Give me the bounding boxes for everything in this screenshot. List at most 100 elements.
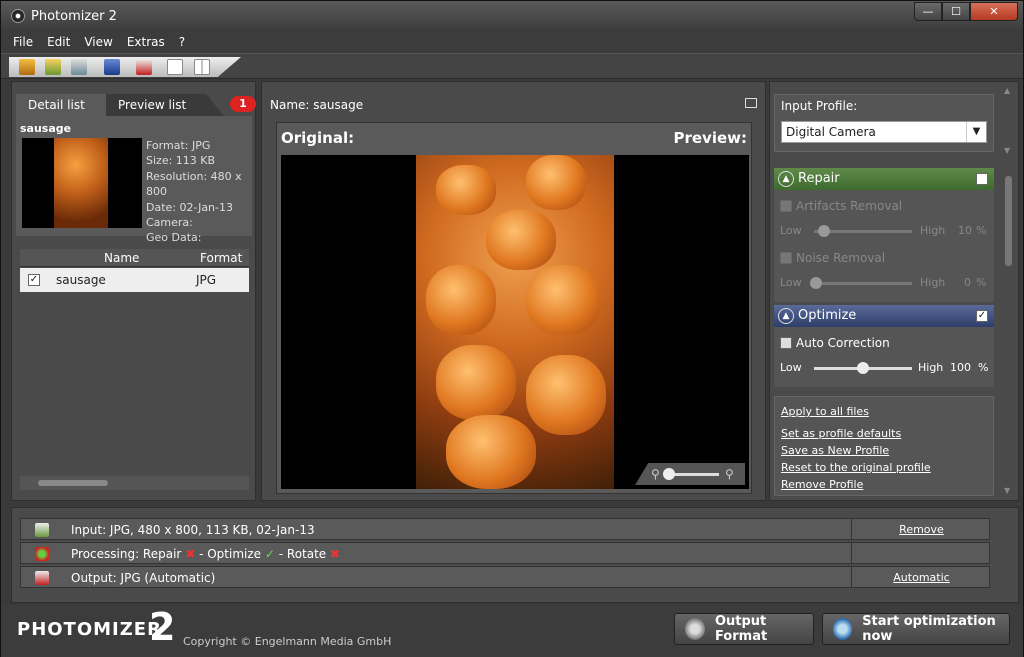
zoom-control: ⚲ ⚲ — [635, 463, 745, 485]
open-file-icon[interactable] — [19, 59, 35, 75]
zoom-in-icon[interactable]: ⚲ — [725, 467, 734, 481]
vertical-scrollbar[interactable]: ▲ ▼ ▼ — [1002, 82, 1016, 500]
row-checkbox[interactable]: ✓ — [28, 274, 40, 286]
horizontal-scrollbar[interactable] — [20, 476, 249, 490]
scan-icon[interactable] — [71, 59, 87, 75]
processing-text: Processing: Repair ✖ - Optimize ✓ - Rota… — [71, 547, 340, 561]
app-window: Photomizer 2 — ☐ ✕ File Edit View Extras… — [0, 0, 1024, 657]
tab-detail-list[interactable]: Detail list — [16, 94, 106, 116]
maximize-button[interactable]: ☐ — [942, 2, 970, 21]
input-profile-box: Input Profile: Digital Camera ▼ — [774, 94, 994, 152]
start-icon — [833, 618, 853, 640]
list-tabs: Detail list Preview list 1 — [16, 94, 256, 116]
chevron-down-icon[interactable]: ▼ — [966, 122, 986, 142]
file-info-box: sausage Format: JPG Size: 113 KB Resolut… — [16, 116, 252, 244]
optimize-slider-knob[interactable] — [857, 362, 869, 374]
remove-profile-link[interactable]: Remove Profile — [781, 478, 863, 491]
collapse-icon[interactable]: ▲ — [778, 171, 794, 187]
open-folder-icon[interactable] — [45, 59, 61, 75]
expand-icon[interactable] — [745, 98, 757, 108]
title-bar: Photomizer 2 — [1, 1, 1023, 31]
reset-profile-link[interactable]: Reset to the original profile — [781, 461, 931, 474]
meta-resolution: Resolution: 480 x 800 — [146, 169, 242, 199]
remove-input-link[interactable]: Remove — [851, 519, 991, 539]
tab-preview-list[interactable]: Preview list — [106, 94, 224, 116]
remove-file-icon[interactable] — [136, 59, 152, 75]
table-row[interactable]: ✓ sausage JPG — [20, 268, 249, 292]
menu-file[interactable]: File — [13, 35, 33, 49]
noise-slider-track[interactable] — [814, 282, 912, 285]
column-format[interactable]: Format — [200, 251, 242, 265]
optimize-section-header[interactable]: ▲ Optimize ✓ — [774, 305, 994, 327]
row-format: JPG — [196, 273, 217, 287]
scroll-down-icon[interactable]: ▼ — [1004, 146, 1010, 155]
output-row: Output: JPG (Automatic) Automatic — [20, 566, 990, 588]
apply-to-all-link[interactable]: Apply to all files — [781, 405, 869, 418]
optimize-section-body: Auto Correction Low High 100 % — [774, 327, 994, 387]
auto-correction-checkbox[interactable] — [780, 337, 792, 349]
scrollbar-thumb[interactable] — [38, 480, 108, 486]
footer: PHOTOMIZER 2 Copyright © Engelmann Media… — [1, 605, 1023, 657]
zoom-slider-knob[interactable] — [663, 468, 675, 480]
meta-date: Date: 02-Jan-13 — [146, 200, 233, 214]
artifacts-high-label: High — [920, 224, 946, 237]
image-detail — [436, 165, 496, 215]
auto-correction-label: Auto Correction — [796, 336, 890, 350]
close-button[interactable]: ✕ — [970, 2, 1018, 21]
noise-checkbox[interactable] — [780, 252, 792, 264]
input-icon — [35, 523, 49, 537]
menu-extras[interactable]: Extras — [127, 35, 165, 49]
repair-checkbox[interactable] — [976, 173, 988, 185]
repair-section-header[interactable]: ▲ Repair — [774, 168, 994, 190]
scroll-down-icon[interactable]: ▼ — [1004, 486, 1010, 495]
image-stage[interactable]: ⚲ ⚲ — [281, 155, 749, 489]
profile-links-box: Apply to all files Set as profile defaul… — [774, 396, 994, 496]
set-defaults-link[interactable]: Set as profile defaults — [781, 427, 901, 440]
optimize-value: 100 — [950, 361, 971, 374]
input-profile-label: Input Profile: — [781, 99, 858, 113]
processing-optimize: - Optimize — [199, 547, 262, 561]
noise-pct: % — [976, 276, 987, 289]
processing-action-cell — [851, 543, 991, 563]
artifacts-slider-knob[interactable] — [818, 225, 830, 237]
save-icon[interactable] — [104, 59, 120, 75]
optimize-checkbox[interactable]: ✓ — [976, 310, 988, 322]
output-text: Output: JPG (Automatic) — [71, 571, 216, 585]
artifacts-checkbox[interactable] — [780, 200, 792, 212]
image-detail — [436, 345, 516, 420]
artifacts-value: 10 — [958, 224, 972, 237]
preview-file-name: Name: sausage — [270, 98, 364, 112]
output-automatic-link[interactable]: Automatic — [851, 567, 991, 587]
menu-view[interactable]: View — [84, 35, 112, 49]
output-format-label: Output Format — [714, 614, 768, 644]
menu-help[interactable]: ? — [179, 35, 185, 49]
split-view-icon[interactable] — [194, 59, 210, 75]
output-format-button[interactable]: Output Format — [674, 613, 814, 645]
preview-label: Preview: — [673, 129, 747, 147]
save-new-profile-link[interactable]: Save as New Profile — [781, 444, 889, 457]
scrollbar-thumb[interactable] — [1005, 176, 1012, 266]
column-name[interactable]: Name — [104, 251, 139, 265]
single-view-icon[interactable] — [167, 59, 183, 75]
noise-value: 0 — [964, 276, 971, 289]
image-viewer: Original: Preview: ⚲ ⚲ — [276, 122, 752, 494]
product-logo-number: 2 — [149, 605, 176, 649]
minimize-button[interactable]: — — [914, 2, 942, 21]
image-detail — [526, 265, 601, 335]
scroll-up-icon[interactable]: ▲ — [1004, 86, 1010, 95]
collapse-icon[interactable]: ▲ — [778, 308, 794, 324]
toolbar — [1, 53, 1023, 79]
optimize-status-icon: ✓ — [264, 547, 275, 561]
noise-slider-knob[interactable] — [810, 277, 822, 289]
input-profile-select[interactable]: Digital Camera ▼ — [781, 121, 987, 143]
file-list-panel: Detail list Preview list 1 sausage Forma… — [11, 81, 256, 501]
product-logo: PHOTOMIZER — [17, 619, 162, 640]
zoom-out-icon[interactable]: ⚲ — [651, 467, 660, 481]
start-optimization-button[interactable]: Start optimization now — [822, 613, 1010, 645]
processing-row: Processing: Repair ✖ - Optimize ✓ - Rota… — [20, 542, 990, 564]
menu-edit[interactable]: Edit — [47, 35, 70, 49]
image-detail — [526, 155, 586, 210]
file-thumbnail — [22, 138, 142, 228]
output-icon — [35, 571, 49, 585]
processing-icon — [35, 547, 49, 561]
